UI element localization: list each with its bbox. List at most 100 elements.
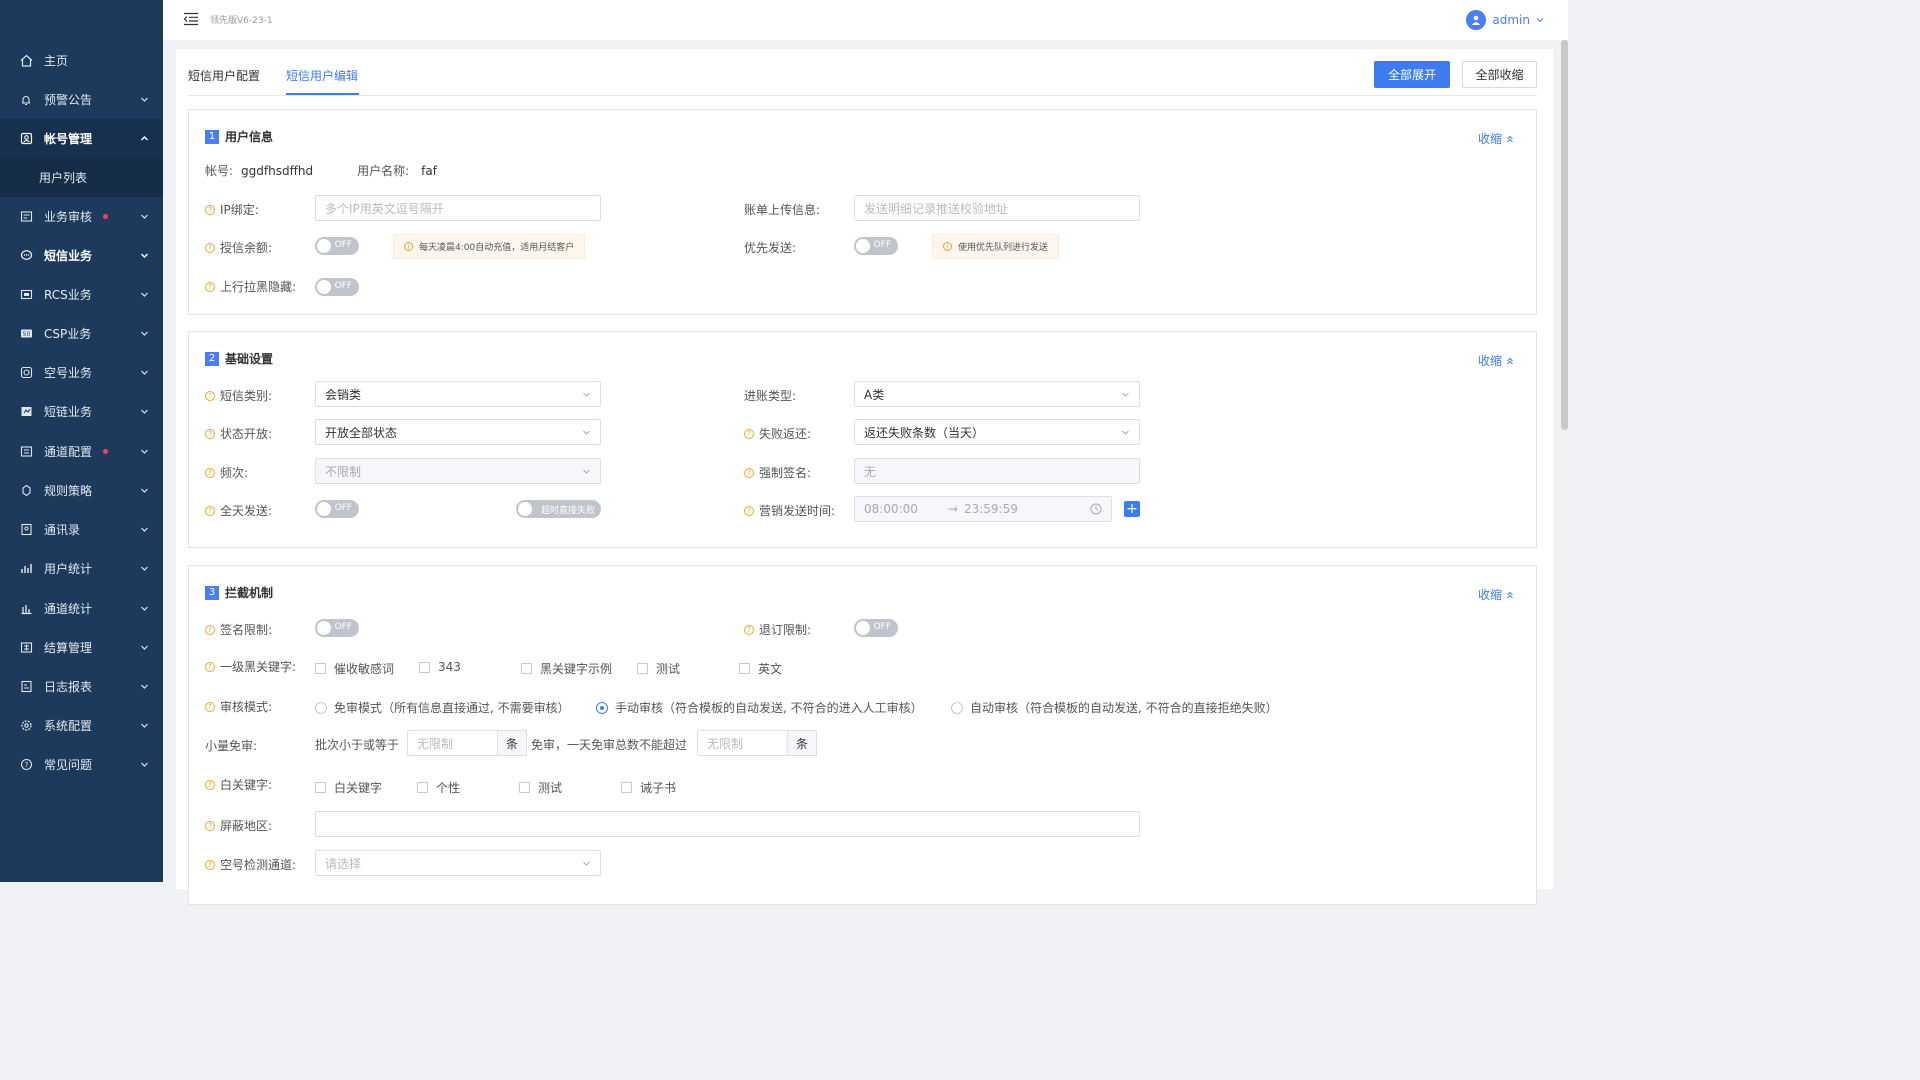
switch-knob: [856, 621, 870, 635]
force-sign-input[interactable]: 无: [854, 458, 1140, 484]
force-sign-label: 强制签名:: [759, 466, 812, 480]
white-keyword-checkbox[interactable]: 诫子书: [621, 779, 676, 796]
tab-sms-user-edit[interactable]: 短信用户编辑: [286, 67, 358, 84]
help-icon: ?: [205, 701, 215, 712]
select-value: A类: [864, 387, 885, 402]
checkbox-label: 测试: [538, 781, 563, 795]
chevron-down-icon: [583, 392, 590, 397]
status-open-select[interactable]: 开放全部状态: [315, 419, 601, 445]
sidebar-item-sms[interactable]: 短信业务: [0, 236, 163, 275]
unsubscribe-limit-switch[interactable]: OFF: [854, 619, 898, 637]
radio-label: 手动审核（符合模板的自动发送, 不符合的进入人工审核）: [615, 701, 923, 715]
unit-label: 条: [787, 730, 817, 756]
section-collapse-toggle[interactable]: 收缩: [1478, 130, 1514, 147]
daily-limit-input[interactable]: 无限制: [697, 730, 788, 756]
sidebar-item-rules[interactable]: 规则策略: [0, 471, 163, 510]
info-icon: i: [943, 242, 952, 251]
contacts-icon: [19, 523, 33, 537]
bill-upload-input[interactable]: 发送明细记录推送校验地址: [854, 195, 1140, 221]
frequency-select[interactable]: 不限制: [315, 458, 601, 484]
unsubscribe-limit-row: ? 退订限制:: [744, 621, 811, 638]
fail-return-select[interactable]: 返还失败条数（当天）: [854, 419, 1140, 445]
sidebar-item-label: 通讯录: [44, 523, 81, 537]
sidebar-item-empty-number[interactable]: 空号业务: [0, 353, 163, 392]
empty-check-select[interactable]: 请选择: [315, 850, 601, 876]
switch-knob: [317, 280, 331, 294]
tab-sms-user-config[interactable]: 短信用户配置: [188, 67, 260, 84]
sidebar-item-user-stats[interactable]: 用户统计: [0, 549, 163, 588]
account-type-row: 进账类型:: [744, 387, 796, 404]
sidebar-item-alerts[interactable]: 预警公告: [0, 80, 163, 119]
collapse-all-button[interactable]: 全部收缩: [1462, 61, 1537, 88]
sidebar-item-csp[interactable]: 50 CSP业务: [0, 314, 163, 353]
upstream-blacklist-switch[interactable]: OFF: [315, 278, 359, 296]
checkbox-box: [521, 663, 532, 674]
black-keyword-checkbox[interactable]: 催收敏感词: [315, 660, 394, 677]
timeout-fail-switch[interactable]: 超时直接失败: [516, 500, 601, 518]
sidebar-item-audit[interactable]: 业务审核: [0, 197, 163, 236]
radio-dot: [315, 701, 327, 714]
sidebar-item-channel-config[interactable]: 通道配置: [0, 432, 163, 471]
bell-icon: [19, 93, 33, 107]
credit-balance-switch[interactable]: OFF: [315, 237, 359, 255]
sidebar-item-home[interactable]: 主页: [0, 41, 163, 80]
sidebar-item-faq[interactable]: ? 常见问题: [0, 745, 163, 784]
sidebar-item-rcs[interactable]: RCS业务: [0, 275, 163, 314]
audit-mode-radio-manual[interactable]: 手动审核（符合模板的自动发送, 不符合的进入人工审核）: [596, 699, 923, 716]
sms-type-select[interactable]: 会销类: [315, 381, 601, 407]
marketing-time-range[interactable]: 08:00:00 → 23:59:59: [854, 496, 1112, 522]
scrollbar-thumb[interactable]: [1561, 40, 1568, 430]
sidebar-item-label: 预警公告: [44, 93, 93, 107]
sidebar-item-channel-stats[interactable]: 通道统计: [0, 589, 163, 628]
menu-collapse-icon[interactable]: [183, 12, 199, 26]
user-menu[interactable]: admin: [1466, 10, 1544, 30]
white-keyword-checkbox[interactable]: 个性: [417, 779, 460, 796]
audit-mode-radio-free[interactable]: 免审模式（所有信息直接通过, 不需要审核）: [315, 699, 570, 716]
switch-text: 超时直接失败: [540, 506, 595, 516]
audit-mode-radio-auto[interactable]: 自动审核（符合模板的自动发送, 不符合的直接拒绝失败）: [951, 699, 1278, 716]
radio-label: 免审模式（所有信息直接通过, 不需要审核）: [334, 701, 570, 715]
black-keyword-checkbox[interactable]: 343: [419, 660, 461, 674]
sidebar-item-contacts[interactable]: 通讯录: [0, 510, 163, 549]
block-region-row: ? 屏蔽地区:: [205, 817, 272, 834]
fail-return-label: 失败返还:: [759, 427, 812, 441]
account-type-select[interactable]: A类: [854, 381, 1140, 407]
page-scrollbar[interactable]: [1561, 40, 1568, 882]
sidebar-item-system-config[interactable]: 系统配置: [0, 706, 163, 745]
checkbox-label: 个性: [436, 781, 461, 795]
black-keyword-checkbox[interactable]: 测试: [637, 660, 680, 677]
checkbox-label: 343: [438, 660, 461, 674]
sidebar-subitem-user-list[interactable]: 用户列表: [0, 158, 163, 197]
all-day-send-switch[interactable]: OFF: [315, 500, 359, 518]
time-end: 23:59:59: [963, 502, 1018, 516]
collapse-label: 收缩: [1477, 132, 1502, 146]
info-icon: i: [404, 242, 413, 251]
sidebar-item-label: 用户统计: [44, 562, 93, 576]
sidebar-item-label: 短信业务: [44, 249, 93, 263]
priority-send-switch[interactable]: OFF: [854, 237, 898, 255]
time-start: 08:00:00: [864, 502, 918, 516]
add-time-button[interactable]: +: [1124, 501, 1140, 517]
white-keyword-checkbox[interactable]: 白关键字: [315, 779, 382, 796]
section-collapse-toggle[interactable]: 收缩: [1478, 586, 1514, 603]
sidebar-item-settlement[interactable]: 结算管理: [0, 628, 163, 667]
sidebar-item-log-report[interactable]: 日志报表: [0, 667, 163, 706]
all-day-send-row: ? 全天发送:: [205, 502, 272, 519]
sidebar-item-short-link[interactable]: 短链业务: [0, 392, 163, 431]
black-keyword-checkbox[interactable]: 英文: [739, 660, 782, 677]
unsubscribe-limit-label: 退订限制:: [759, 623, 812, 637]
sidebar-item-account[interactable]: 帐号管理: [0, 119, 163, 158]
top-bar: 领先版V6-23-1 admin: [163, 0, 1568, 40]
white-keyword-checkbox[interactable]: 测试: [519, 779, 562, 796]
ip-binding-input[interactable]: 多个IP用英文逗号隔开: [315, 195, 601, 221]
checkbox-label: 英文: [758, 662, 783, 676]
batch-limit-input[interactable]: 无限制: [407, 730, 498, 756]
sign-limit-switch[interactable]: OFF: [315, 619, 359, 637]
expand-all-button[interactable]: 全部展开: [1374, 61, 1450, 88]
arrow-right-icon: →: [947, 502, 958, 516]
black-keyword-checkbox[interactable]: 黑关键字示例: [521, 660, 612, 677]
block-region-input[interactable]: [315, 811, 1140, 837]
sms-type-label: 短信类别:: [220, 389, 273, 403]
black-keyword-label: 一级黑关键字:: [220, 660, 297, 674]
section-collapse-toggle[interactable]: 收缩: [1478, 352, 1514, 369]
